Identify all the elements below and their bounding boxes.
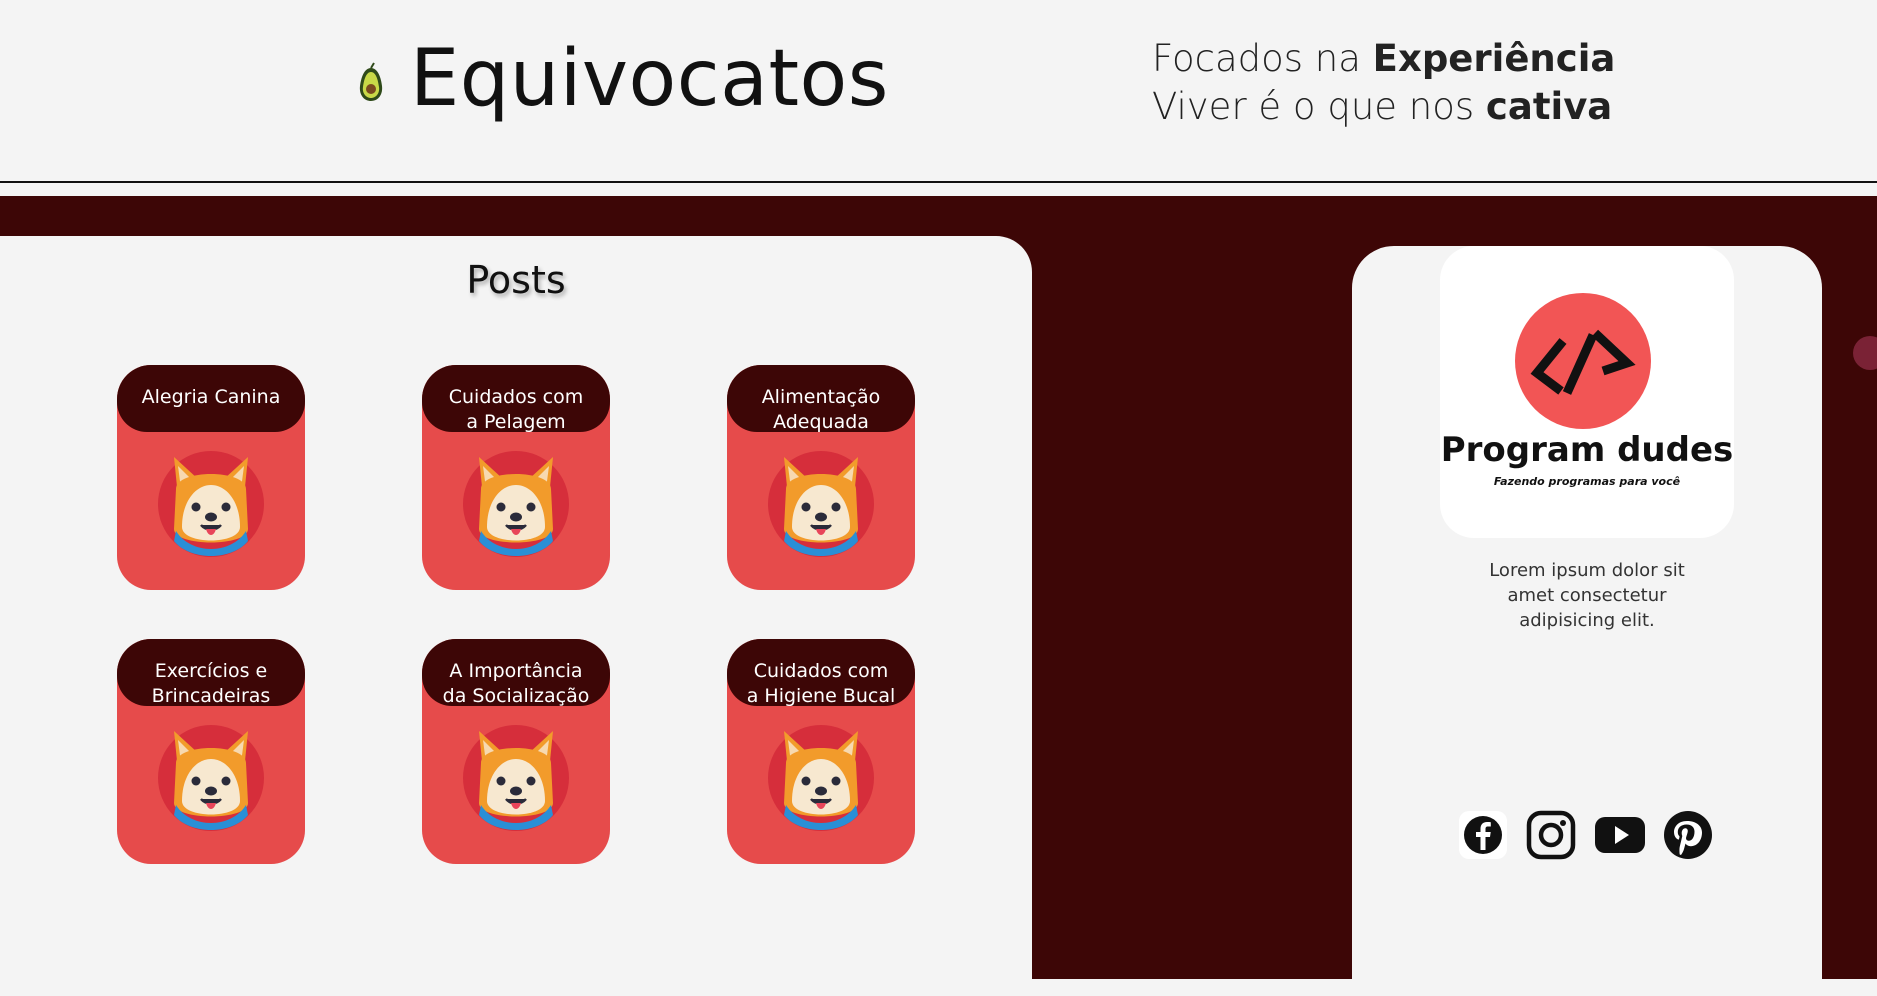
post-card[interactable]: Alimentação Adequada	[727, 365, 915, 590]
post-card-title: A Importância da Socialização	[442, 660, 590, 706]
post-card-header: Alegria Canina	[117, 365, 305, 432]
post-card-title: Exercícios e Brincadeiras	[151, 660, 271, 706]
post-card[interactable]: Alegria Canina	[117, 365, 305, 590]
post-card-header: Cuidados com a Pelagem	[422, 365, 610, 432]
pinterest-icon[interactable]	[1663, 810, 1713, 860]
tagline-line1-text: Focados na	[1152, 37, 1373, 80]
post-card-title: Alimentação Adequada	[761, 386, 881, 432]
tagline-line2-text: Viver é o que nos	[1152, 85, 1486, 128]
post-card-header: Alimentação Adequada	[727, 365, 915, 432]
dog-icon	[766, 449, 876, 559]
sidebar-panel: Program dudes Fazendo programas para voc…	[1352, 246, 1822, 996]
header-divider	[0, 181, 1877, 183]
brand-slogan: Fazendo programas para você	[1493, 475, 1681, 488]
post-card-header: A Importância da Socialização	[422, 639, 610, 706]
post-card-header: Cuidados com a Higiene Bucal	[727, 639, 915, 706]
page-header: Equivocatos Focados na Experiência Viver…	[0, 0, 1877, 183]
avocado-icon	[359, 62, 383, 101]
posts-panel: Posts Alegria Canina Cuidados com a Pela…	[0, 236, 1032, 996]
dog-icon	[766, 723, 876, 833]
dog-icon	[156, 723, 266, 833]
facebook-icon[interactable]	[1458, 810, 1508, 860]
post-card[interactable]: A Importância da Socialização	[422, 639, 610, 864]
social-links	[1458, 810, 1718, 860]
posts-title: Posts	[466, 258, 566, 302]
instagram-icon[interactable]	[1526, 810, 1576, 860]
brand-card: Program dudes Fazendo programas para voc…	[1440, 246, 1734, 538]
post-card[interactable]: Cuidados com a Pelagem	[422, 365, 610, 590]
post-card-title: Cuidados com a Pelagem	[448, 386, 584, 432]
post-card-header: Exercícios e Brincadeiras	[117, 639, 305, 706]
dog-icon	[156, 449, 266, 559]
post-card-title: Cuidados com a Higiene Bucal	[746, 660, 896, 706]
brand-name: Program dudes	[1440, 430, 1734, 470]
post-card[interactable]: Cuidados com a Higiene Bucal	[727, 639, 915, 864]
dog-icon	[461, 449, 571, 559]
sidebar-description: Lorem ipsum dolor sit amet consectetur a…	[1489, 560, 1685, 631]
site-title: Equivocatos	[410, 34, 889, 124]
tagline: Focados na Experiência Viver é o que nos…	[1152, 35, 1615, 131]
tagline-line2-bold: cativa	[1485, 85, 1613, 128]
post-card[interactable]: Exercícios e Brincadeiras	[117, 639, 305, 864]
dog-icon	[461, 723, 571, 833]
tagline-line1-bold: Experiência	[1372, 37, 1616, 80]
post-card-title: Alegria Canina	[141, 386, 281, 408]
code-brackets-icon	[1515, 293, 1651, 429]
youtube-icon[interactable]	[1595, 810, 1645, 860]
